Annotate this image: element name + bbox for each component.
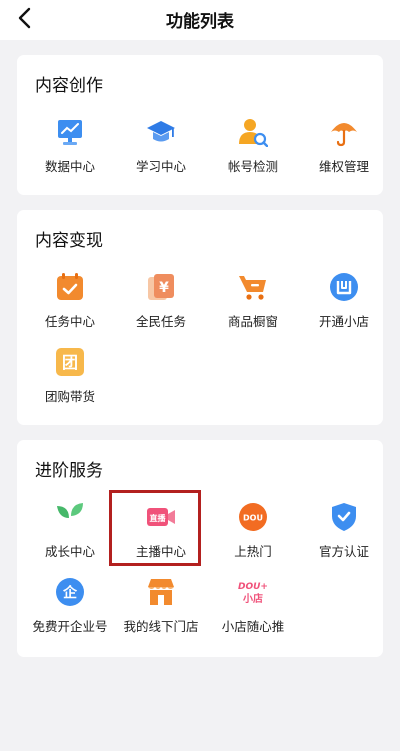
item-task-center[interactable]: 任务中心 <box>24 272 116 332</box>
enterprise-icon: 企 <box>56 578 84 606</box>
item-data-center[interactable]: 数据中心 <box>24 117 116 177</box>
item-group-buy[interactable]: 团 团购带货 <box>24 347 116 407</box>
task-calendar-icon <box>57 273 83 300</box>
dou-badge-icon: DOU <box>239 503 267 531</box>
section-title: 内容创作 <box>35 76 103 96</box>
item-account-check[interactable]: 帐号检测 <box>207 117 299 177</box>
yen-coin-icon: ¥ <box>148 274 174 300</box>
section-content-monetization: 内容变现 任务中心 ¥ 全民任务 商品橱窗 开通小店 团 团购带货 <box>17 210 383 425</box>
dou-plus-shop-icon: DOU+ 小店 <box>238 582 268 605</box>
shopping-cart-icon <box>239 276 266 300</box>
graduation-cap-icon <box>147 121 175 142</box>
storefront-icon <box>148 579 174 605</box>
group-buy-icon: 团 <box>56 348 84 376</box>
item-trending[interactable]: DOU 上热门 <box>207 502 299 562</box>
svg-text:企: 企 <box>62 585 78 602</box>
top-bar: 功能列表 <box>0 0 400 40</box>
item-label: 团购带货 <box>44 389 95 404</box>
svg-text:小店: 小店 <box>242 592 263 605</box>
svg-text:团: 团 <box>62 353 78 372</box>
user-search-icon <box>239 119 268 147</box>
item-label: 小店随心推 <box>221 619 285 634</box>
svg-text:DOU: DOU <box>243 514 263 523</box>
item-open-store[interactable]: 开通小店 <box>298 272 390 332</box>
item-label: 成长中心 <box>44 544 95 559</box>
section-title: 进阶服务 <box>35 461 103 481</box>
item-shop-boost[interactable]: DOU+ 小店 小店随心推 <box>207 577 299 637</box>
item-label: 全民任务 <box>135 314 186 329</box>
item-offline-store[interactable]: 我的线下门店 <box>115 577 207 637</box>
highlight-box <box>109 490 201 566</box>
item-label: 帐号检测 <box>227 159 278 174</box>
item-growth-center[interactable]: 成长中心 <box>24 502 116 562</box>
sprout-icon <box>57 503 83 530</box>
item-label: 维权管理 <box>318 159 369 174</box>
item-label: 上热门 <box>234 544 272 559</box>
item-label: 开通小店 <box>318 314 369 329</box>
svg-text:DOU+: DOU+ <box>238 582 268 592</box>
item-official-verification[interactable]: 官方认证 <box>298 502 390 562</box>
chart-board-icon <box>58 120 82 145</box>
item-label: 学习中心 <box>135 159 186 174</box>
item-label: 免费开企业号 <box>32 619 108 634</box>
item-product-showcase[interactable]: 商品橱窗 <box>207 272 299 332</box>
item-label: 官方认证 <box>318 544 369 559</box>
item-rights-management[interactable]: 维权管理 <box>298 117 390 177</box>
item-universal-task[interactable]: ¥ 全民任务 <box>115 272 207 332</box>
item-learning-center[interactable]: 学习中心 <box>115 117 207 177</box>
item-label: 数据中心 <box>44 159 95 174</box>
item-label: 我的线下门店 <box>123 619 199 634</box>
item-label: 任务中心 <box>44 314 95 329</box>
item-label: 商品橱窗 <box>227 314 278 329</box>
item-free-enterprise-account[interactable]: 企 免费开企业号 <box>24 577 116 637</box>
page-title: 功能列表 <box>166 12 234 32</box>
verified-shield-icon <box>332 503 356 531</box>
svg-text:¥: ¥ <box>159 280 169 296</box>
section-title: 内容变现 <box>35 231 103 251</box>
section-content-creation: 内容创作 数据中心 学习中心 帐号检测 维权管理 <box>17 55 383 195</box>
store-icon <box>330 273 358 301</box>
umbrella-icon <box>331 123 357 147</box>
